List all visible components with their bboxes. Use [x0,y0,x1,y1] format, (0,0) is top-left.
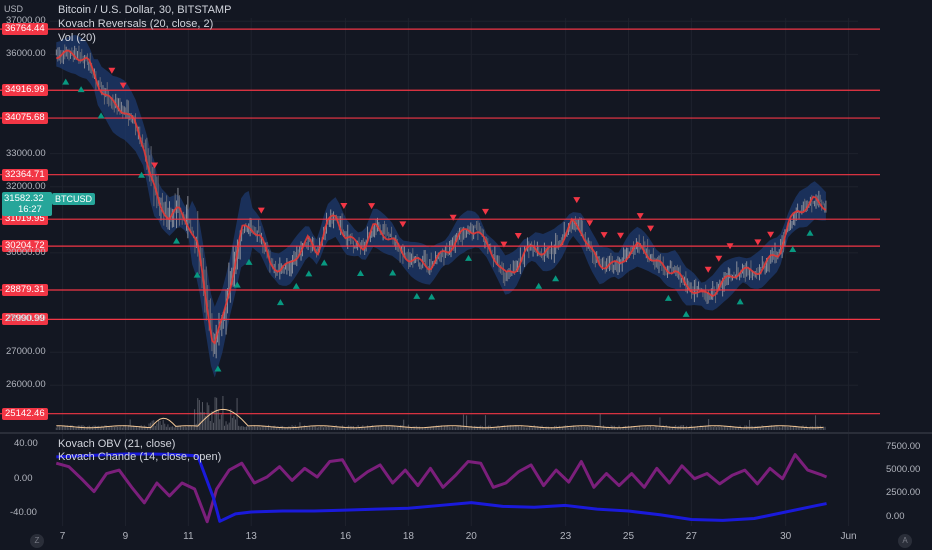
legend-kovach-obv[interactable]: Kovach OBV (21, close) [58,437,175,451]
legend-symbol[interactable]: Bitcoin / U.S. Dollar, 30, BITSTAMP [58,3,231,17]
time-tick-label: 7 [59,531,66,542]
time-tick-label: Jun [840,531,857,542]
chande-tick-label: 0.00 [14,472,33,484]
level-badge: 28879.31 [2,284,48,297]
time-tick-label: 20 [465,531,477,542]
obv-tick-label: 5000.00 [886,463,921,475]
level-badge: 25142.46 [2,407,48,420]
timezone-icon[interactable]: Z [30,534,44,548]
last-price-value: 31582.32 [4,193,44,204]
price-tick-label: 26000.00 [6,379,46,391]
obv-tick-label: 0.00 [886,510,905,522]
symbol-badge: BTCUSD [52,193,96,205]
auto-scale-icon[interactable]: A [898,534,912,548]
price-tick-label: 30000.00 [6,246,46,258]
level-badge: 34916.99 [2,84,48,97]
time-tick-label: 11 [183,531,194,542]
time-tick-label: 13 [245,531,257,542]
price-tick-label: 27000.00 [6,346,46,358]
time-tick-label: 23 [560,531,572,542]
time-tick-label: 18 [402,531,414,542]
price-tick-label: 32000.00 [6,180,46,192]
chart-background [0,0,932,550]
obv-tick-label: 2500.00 [886,487,921,499]
obv-tick-label: 7500.00 [886,440,921,452]
time-tick-label: 27 [685,531,697,542]
legend-volume[interactable]: Vol (20) [58,31,96,45]
chande-tick-label: 40.00 [14,438,38,450]
price-tick-label: 28000.00 [6,313,46,325]
bar-countdown: 16:27 [18,204,42,215]
price-tick-label: 36000.00 [6,48,46,60]
level-badge: 32364.71 [2,168,48,181]
price-tick-label: 37000.00 [6,15,46,27]
trading-chart[interactable] [0,0,932,550]
chande-tick-label: -40.00 [10,507,37,519]
last-price-badge: 31582.32 16:27 [2,192,52,216]
time-tick-label: 9 [122,531,129,542]
currency-label: USD [4,4,24,14]
price-tick-label: 33000.00 [6,147,46,159]
legend-kovach-chande[interactable]: Kovach Chande (14, close, open) [58,450,221,464]
time-tick-label: 16 [339,531,352,542]
legend-kovach-reversals[interactable]: Kovach Reversals (20, close, 2) [58,17,213,31]
level-badge: 34075.68 [2,112,48,125]
time-tick-label: 30 [780,531,792,542]
time-tick-label: 25 [622,531,635,542]
